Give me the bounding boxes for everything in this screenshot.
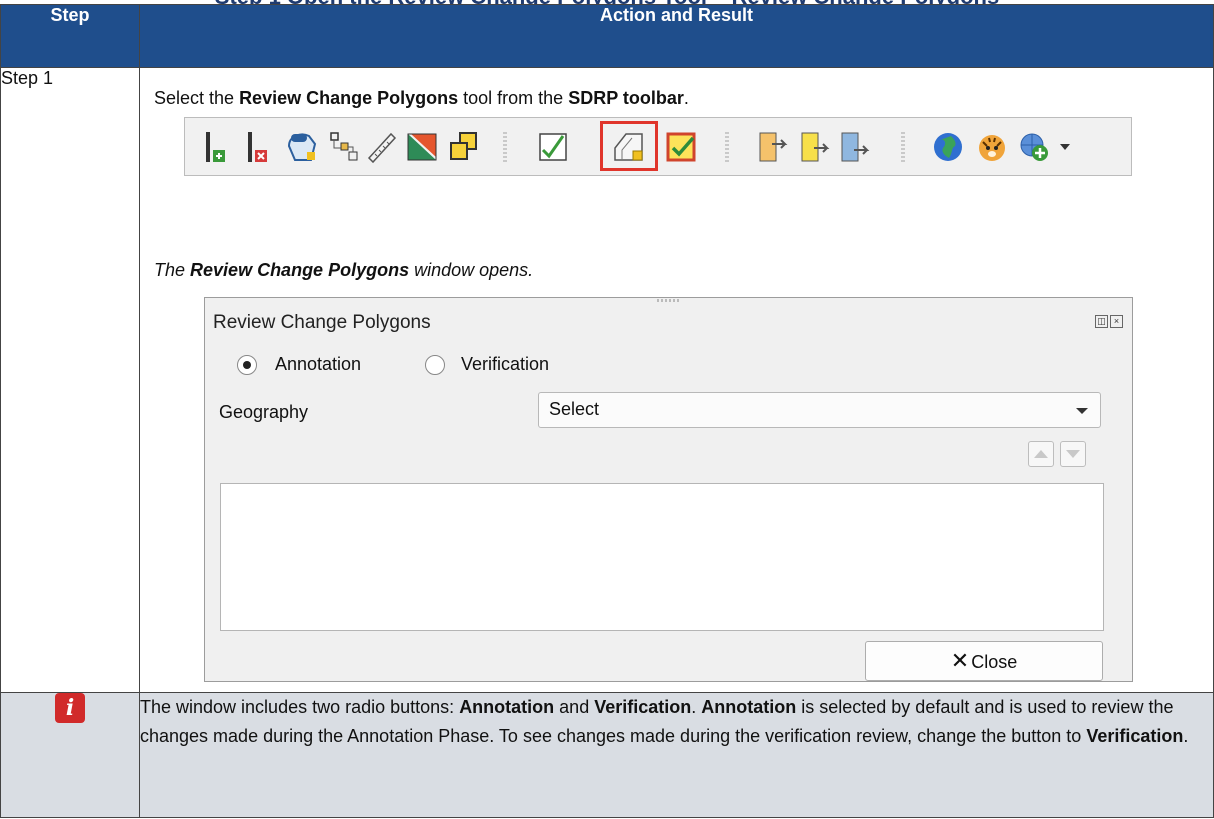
step-table: Step Action and Result Step 1 Select the… — [0, 4, 1214, 818]
float-icon[interactable]: ◫ — [1095, 315, 1108, 328]
review-change-polygons-icon[interactable] — [612, 130, 646, 164]
note-part: . — [691, 697, 702, 717]
step-label: Step 1 — [0, 67, 140, 693]
polygon-user-icon[interactable] — [285, 130, 319, 164]
sdrp-toolbar — [184, 117, 1132, 176]
annotation-radio[interactable] — [237, 355, 257, 375]
tiger-icon[interactable] — [975, 130, 1009, 164]
header-step: Step — [0, 4, 140, 68]
instruction-part: . — [683, 88, 689, 108]
measure-icon[interactable] — [365, 130, 399, 164]
delete-line-icon[interactable] — [245, 130, 279, 164]
note-part: . — [1183, 726, 1189, 746]
toolbar-grip[interactable] — [725, 132, 729, 162]
results-list[interactable] — [220, 483, 1104, 631]
verify-polygon-icon[interactable] — [665, 130, 699, 164]
globe-icon[interactable] — [931, 130, 965, 164]
geography-select-value: Select — [549, 399, 600, 419]
chevron-down-icon — [1076, 408, 1088, 414]
note-icon-cell: i — [0, 692, 140, 818]
check-line-icon[interactable] — [537, 130, 571, 164]
export-icon-2[interactable] — [799, 130, 833, 164]
export-icon-1[interactable] — [757, 130, 791, 164]
drag-handle[interactable] — [657, 299, 679, 302]
x-icon: ✕ — [950, 648, 970, 673]
triangle-up-icon — [1034, 450, 1048, 458]
result-text: The Review Change Polygons window opens. — [154, 260, 533, 281]
export-icon-3[interactable] — [839, 130, 873, 164]
triangle-map-icon[interactable] — [405, 130, 439, 164]
table-header-row: Step Action and Result — [0, 4, 1214, 68]
instruction-toolbar-name: SDRP toolbar — [568, 88, 684, 108]
note-bold: Annotation — [701, 697, 797, 717]
result-part: The — [154, 260, 191, 280]
close-icon[interactable]: × — [1110, 315, 1123, 328]
instruction-text: Select the Review Change Polygons tool f… — [154, 88, 689, 109]
note-part: and — [554, 697, 595, 717]
geography-label: Geography — [219, 402, 309, 422]
toolbar-grip[interactable] — [901, 132, 905, 162]
square-overlap-icon[interactable] — [447, 130, 481, 164]
instruction-part: tool from the — [458, 88, 569, 108]
header-action: Action and Result — [139, 4, 1214, 68]
instruction-tool-name: Review Change Polygons — [239, 88, 459, 108]
result-part: window opens. — [409, 260, 534, 280]
move-up-button[interactable] — [1028, 441, 1054, 467]
add-line-icon[interactable] — [203, 130, 237, 164]
triangle-down-icon — [1066, 450, 1080, 458]
annotation-radio-label[interactable]: Annotation — [275, 354, 361, 375]
geography-select[interactable]: Select — [538, 392, 1101, 428]
note-bold: Annotation — [459, 697, 555, 717]
dialog-title: Review Change Polygons — [213, 312, 431, 333]
close-button[interactable]: ✕ Close — [865, 641, 1103, 681]
add-web-service-icon[interactable] — [1017, 130, 1051, 164]
verification-radio-label[interactable]: Verification — [461, 354, 549, 375]
dropdown-arrow-icon[interactable] — [1060, 144, 1070, 150]
verification-radio[interactable] — [425, 355, 445, 375]
note-part: The window includes two radio buttons: — [140, 697, 460, 717]
review-change-polygons-dialog: Review Change Polygons ◫ × Annotation Ve… — [204, 297, 1133, 682]
close-button-label: Close — [971, 652, 1018, 672]
note-bold: Verification — [1086, 726, 1184, 746]
result-window-name: Review Change Polygons — [190, 260, 410, 280]
info-icon: i — [55, 693, 85, 723]
move-down-button[interactable] — [1060, 441, 1086, 467]
note-row: i The window includes two radio buttons:… — [0, 692, 1214, 818]
action-cell: Select the Review Change Polygons tool f… — [139, 67, 1214, 693]
radio-selected-dot — [243, 361, 251, 369]
instruction-part: Select the — [154, 88, 240, 108]
note-bold: Verification — [594, 697, 692, 717]
node-grid-icon[interactable] — [327, 130, 361, 164]
step-row: Step 1 Select the Review Change Polygons… — [0, 67, 1214, 693]
note-text: The window includes two radio buttons: A… — [139, 692, 1214, 818]
toolbar-grip[interactable] — [503, 132, 507, 162]
